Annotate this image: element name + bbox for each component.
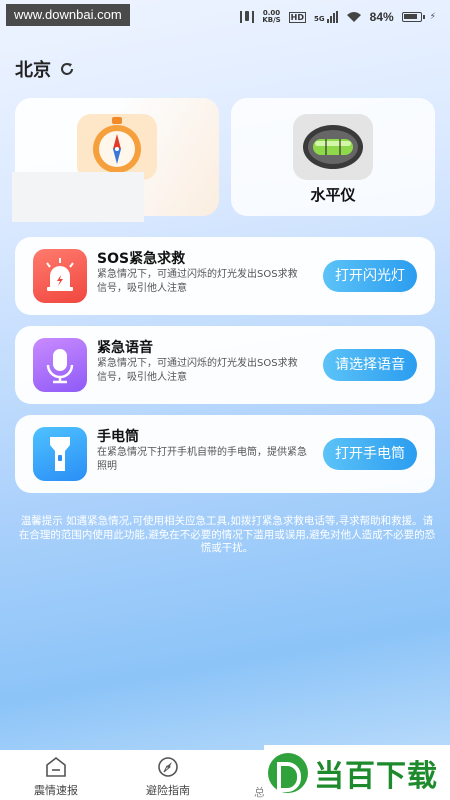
tab-safety-guide[interactable]: 避险指南 [112, 750, 224, 800]
status-bar: www.downbai.com 0.00 KB/S HD 5G 84% ⚡ [0, 0, 450, 34]
signal-type: 5G [314, 15, 325, 23]
sos-description: 紧急情况下，可通过闪烁的灯光发出SOS求救信号，吸引他人注意 [97, 269, 298, 294]
status-icons: 0.00 KB/S HD 5G 84% ⚡ [240, 10, 436, 24]
net-speed: 0.00 KB/S [262, 10, 280, 24]
alarm-light-icon [46, 258, 74, 291]
spirit-level-tool-card[interactable]: 水平仪 [231, 98, 435, 216]
redacted-overlay [12, 172, 144, 222]
tab-safety-guide-label: 避险指南 [146, 784, 190, 797]
voice-card: 紧急语音 紧急情况下，可通过闪烁的灯光发出SOS求救信号，吸引他人注意 请选择语… [15, 326, 435, 404]
location-selector[interactable]: 北京 [15, 56, 75, 82]
open-flashlight-button[interactable]: 打开手电筒 [323, 438, 417, 470]
spirit-level-icon-bg [293, 114, 373, 180]
warm-tip-text: 温馨提示 如遇紧急情况,可使用相关应急工具,如拨打紧急求救电话等,寻求帮助和救援… [18, 515, 436, 554]
voice-title: 紧急语音 [97, 340, 153, 356]
wifi-icon [346, 12, 361, 22]
compass-icon [93, 117, 141, 173]
spirit-level-label: 水平仪 [310, 186, 356, 204]
flashlight-description: 在紧急情况下打开手机自带的手电筒，提供紧急照明 [97, 447, 307, 472]
compass-icon-bg [77, 114, 157, 180]
flashlight-title: 手电筒 [97, 429, 139, 445]
tab-earthquake-report[interactable]: 震情速报 [0, 750, 112, 800]
cell-signal-icon: 5G [314, 11, 338, 23]
hd-badge: HD [288, 11, 307, 23]
charging-icon: ⚡ [429, 12, 436, 22]
flashlight-card: 手电筒 在紧急情况下打开手机自带的手电筒，提供紧急照明 打开手电筒 [15, 415, 435, 493]
city-label: 北京 [15, 60, 51, 81]
logo-d-icon [268, 753, 308, 793]
sos-icon-tile [33, 249, 87, 303]
watermark-label: www.downbai.com [6, 4, 130, 26]
home-icon [46, 756, 66, 777]
voice-description: 紧急情况下，可通过闪烁的灯光发出SOS求救信号，吸引他人注意 [97, 358, 298, 383]
battery-percent: 84% [369, 10, 394, 24]
sos-title: SOS紧急求救 [97, 251, 186, 267]
refresh-icon[interactable] [59, 61, 75, 77]
net-speed-unit: KB/S [262, 16, 281, 24]
voice-icon-tile [33, 338, 87, 392]
compass-icon [158, 757, 178, 777]
site-logo-watermark: 当百下载 [264, 745, 450, 800]
vibrate-icon [240, 11, 255, 23]
open-flash-button[interactable]: 打开闪光灯 [323, 260, 417, 292]
spirit-level-icon [303, 125, 363, 169]
microphone-icon [46, 349, 74, 384]
logo-text: 当百下载 [314, 759, 438, 794]
battery-icon [401, 12, 425, 22]
flashlight-icon [50, 437, 70, 471]
flashlight-icon-tile [33, 427, 87, 481]
select-voice-button[interactable]: 请选择语音 [323, 349, 417, 381]
tab-earthquake-report-label: 震情速报 [34, 784, 78, 797]
sos-card: SOS紧急求救 紧急情况下，可通过闪烁的灯光发出SOS求救信号，吸引他人注意 打… [15, 237, 435, 315]
